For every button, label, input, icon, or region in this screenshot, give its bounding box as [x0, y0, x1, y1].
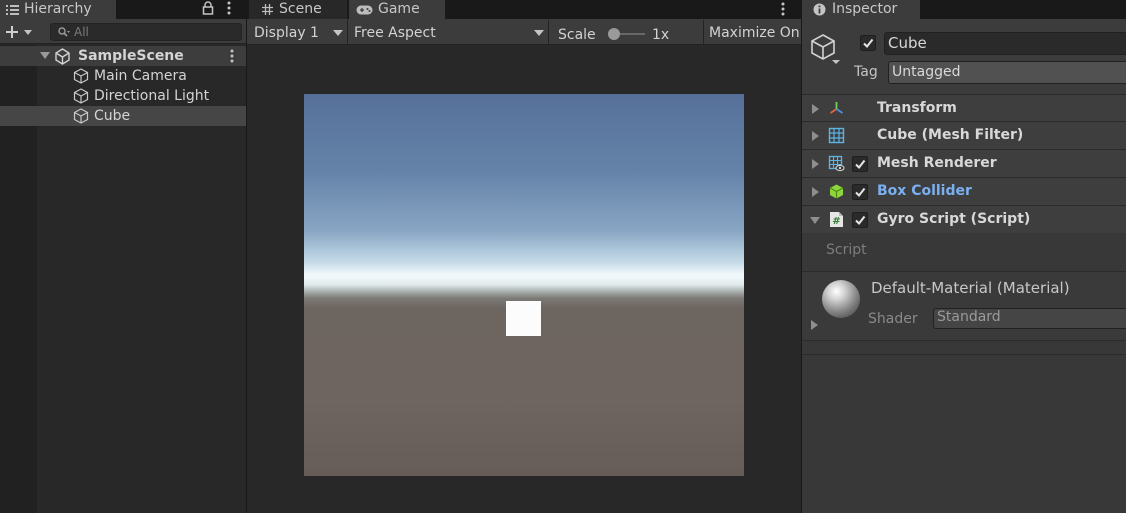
component-title: Cube (Mesh Filter) [877, 127, 1024, 143]
inspector-tab-label: Inspector [832, 1, 898, 17]
foldout-closed-icon[interactable] [812, 159, 819, 169]
hierarchy-tab-label: Hierarchy [24, 1, 92, 17]
tag-label: Tag [854, 64, 878, 80]
gameobject-large-icon[interactable] [810, 33, 840, 65]
mesh-renderer-enabled-checkbox[interactable] [852, 156, 868, 172]
create-plus-icon[interactable] [5, 25, 33, 39]
inspector-tab[interactable]: Inspector [802, 0, 920, 19]
cube-render [506, 301, 541, 336]
shader-value: Standard [937, 309, 1001, 325]
component-transform[interactable]: Transform [802, 94, 1126, 122]
hierarchy-panel: Hierarchy All SampleScene Main Camera Di… [0, 0, 246, 513]
info-icon [813, 3, 826, 16]
scene-more-icon[interactable] [230, 49, 234, 63]
script-field-label: Script [826, 242, 867, 258]
box-collider-icon [828, 183, 845, 200]
unity-scene-icon [54, 48, 71, 65]
foldout-closed-icon[interactable] [811, 320, 819, 330]
mesh-filter-icon [828, 127, 845, 144]
hierarchy-item-main-camera[interactable]: Main Camera [0, 66, 246, 86]
list-icon [6, 4, 19, 15]
chevron-down-icon [333, 30, 343, 36]
script-icon: # [828, 211, 845, 228]
foldout-closed-icon[interactable] [812, 131, 819, 141]
hierarchy-tab[interactable]: Hierarchy [0, 0, 116, 19]
list-item-label: Directional Light [94, 88, 210, 104]
gameobject-cube-icon [73, 88, 89, 104]
component-title: Box Collider [877, 183, 972, 199]
aspect-dropdown[interactable]: Free Aspect [348, 20, 549, 44]
scale-label: Scale [558, 27, 596, 43]
tag-value: Untagged [892, 64, 961, 80]
maximize-label: Maximize On Play [709, 25, 801, 41]
search-icon [58, 27, 70, 38]
foldout-open-icon[interactable] [810, 217, 820, 224]
grid-icon [262, 4, 273, 15]
component-title: Mesh Renderer [877, 155, 997, 171]
tab-game[interactable]: Game [349, 0, 445, 19]
scale-slider-thumb[interactable] [608, 28, 620, 40]
foldout-closed-icon[interactable] [812, 187, 819, 197]
game-view-panel: Scene Game Display 1 Free Aspect Scale 1… [247, 0, 801, 513]
chevron-down-icon [534, 30, 544, 36]
inspector-divider [802, 354, 1126, 355]
lock-icon[interactable] [202, 1, 214, 15]
more-menu-icon[interactable] [227, 1, 231, 15]
object-name-value: Cube [888, 34, 927, 52]
component-title: Gyro Script (Script) [877, 211, 1031, 227]
gameobject-cube-icon [73, 68, 89, 84]
scene-row[interactable]: SampleScene [0, 46, 246, 66]
display-dropdown-value: Display 1 [254, 25, 319, 41]
hierarchy-item-cube[interactable]: Cube [0, 106, 246, 126]
component-mesh-filter[interactable]: Cube (Mesh Filter) [802, 121, 1126, 149]
transform-axes-icon [828, 100, 845, 117]
component-title: Transform [877, 100, 957, 116]
maximize-on-play-toggle[interactable]: Maximize On Play [704, 20, 801, 44]
search-placeholder: All [74, 25, 89, 39]
inspector-panel: Inspector Cube Tag Untagged Transform Cu… [802, 0, 1126, 513]
scale-value: 1x [652, 27, 670, 43]
object-active-checkbox[interactable] [860, 35, 876, 51]
list-item-label: Cube [94, 108, 131, 124]
tab-scene[interactable]: Scene [249, 0, 347, 19]
svg-text:#: # [832, 216, 840, 227]
game-more-icon[interactable] [781, 2, 785, 16]
display-dropdown[interactable]: Display 1 [247, 20, 348, 44]
shader-label: Shader [868, 311, 918, 327]
scale-control: Scale 1x [549, 20, 704, 44]
material-name: Default-Material (Material) [871, 279, 1070, 297]
component-mesh-renderer[interactable]: Mesh Renderer [802, 149, 1126, 177]
aspect-dropdown-value: Free Aspect [354, 25, 436, 41]
game-viewport[interactable] [304, 94, 744, 476]
component-gyro-script[interactable]: # Gyro Script (Script) [802, 205, 1126, 233]
material-sphere-icon [822, 280, 860, 318]
box-collider-enabled-checkbox[interactable] [852, 184, 868, 200]
foldout-open-icon[interactable] [40, 52, 50, 60]
gyro-script-enabled-checkbox[interactable] [852, 212, 868, 228]
gameobject-cube-icon [73, 108, 89, 124]
scene-name: SampleScene [78, 48, 184, 64]
mesh-renderer-icon [828, 155, 845, 172]
foldout-closed-icon[interactable] [812, 104, 819, 114]
list-item-label: Main Camera [94, 68, 187, 84]
component-box-collider[interactable]: Box Collider [802, 177, 1126, 205]
tab-scene-label: Scene [279, 1, 322, 17]
tab-game-label: Game [378, 1, 420, 17]
hierarchy-item-directional-light[interactable]: Directional Light [0, 86, 246, 106]
gamepad-icon [356, 5, 373, 15]
